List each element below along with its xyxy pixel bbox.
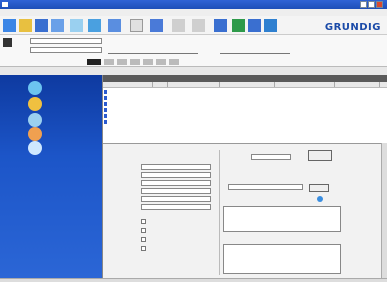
status-bar [0, 278, 387, 282]
combo-field[interactable] [30, 38, 102, 44]
file-icon [104, 90, 107, 94]
checkbox[interactable] [141, 246, 146, 251]
open-icon[interactable] [19, 19, 32, 32]
notes-area[interactable] [223, 206, 341, 232]
checkbox[interactable] [141, 219, 146, 224]
help-icon[interactable] [232, 19, 245, 32]
detail-field[interactable] [141, 196, 211, 202]
home-icon[interactable] [214, 19, 227, 32]
sidebar-item[interactable] [28, 127, 45, 141]
divider [219, 150, 220, 275]
minimize-icon[interactable] [360, 1, 367, 8]
detail-field[interactable] [141, 172, 211, 178]
file-icon [104, 114, 107, 118]
detail-field[interactable] [141, 164, 211, 170]
new-icon[interactable] [3, 19, 16, 32]
view-button-7[interactable] [169, 59, 179, 65]
sidebar-item[interactable] [28, 141, 45, 155]
column-header[interactable] [335, 82, 380, 87]
menu-bar [0, 9, 387, 16]
find-icon[interactable] [150, 19, 163, 32]
column-header[interactable] [220, 82, 275, 87]
table-cell [168, 119, 220, 125]
sidebar-item-icon [28, 97, 42, 111]
detail-field[interactable] [141, 204, 211, 210]
notes-area-2[interactable] [223, 244, 341, 274]
save-icon[interactable] [35, 19, 48, 32]
view-button-3[interactable] [117, 59, 127, 65]
detail-field[interactable] [141, 180, 211, 186]
sidebar-item[interactable] [28, 97, 45, 111]
apply-button[interactable] [308, 150, 332, 161]
main-content [102, 75, 387, 278]
help-icon-small[interactable] [317, 196, 323, 202]
view-mode-buttons [87, 59, 179, 65]
back-icon[interactable] [172, 19, 185, 32]
file-icon [104, 96, 107, 100]
column-header[interactable] [103, 82, 153, 87]
toolbar: GRUNDIG [0, 16, 387, 35]
detail-field[interactable] [141, 188, 211, 194]
table-cell [153, 119, 168, 125]
file-icon [104, 108, 107, 112]
column-headers [103, 82, 387, 88]
table-cell [220, 119, 275, 125]
view-button-1[interactable] [87, 59, 101, 65]
sidebar [0, 75, 102, 278]
sidebar-item-icon [28, 113, 42, 127]
flag-icon[interactable] [264, 19, 277, 32]
file-icon [104, 120, 107, 124]
copy-icon[interactable] [70, 19, 83, 32]
column-header[interactable] [168, 82, 220, 87]
column-header[interactable] [153, 82, 168, 87]
checkbox[interactable] [141, 228, 146, 233]
brand-logo: GRUNDIG [324, 22, 381, 33]
view-button-4[interactable] [130, 59, 140, 65]
delete-icon[interactable] [108, 19, 121, 32]
sidebar-item-icon [28, 81, 42, 95]
table-cell [335, 119, 380, 125]
path-field[interactable] [228, 184, 303, 190]
browse-button[interactable] [309, 184, 329, 192]
table-cell [275, 119, 335, 125]
view-button-2[interactable] [104, 59, 114, 65]
checkbox[interactable] [141, 237, 146, 242]
view-button-5[interactable] [143, 59, 153, 65]
sidebar-item-icon [28, 141, 42, 155]
list-header [103, 75, 387, 82]
maximize-icon[interactable] [368, 1, 375, 8]
app-icon [2, 2, 8, 7]
title-bar[interactable] [0, 0, 387, 9]
application-window: GRUNDIG [0, 0, 387, 282]
sidebar-item[interactable] [28, 113, 45, 127]
table-cell [108, 119, 153, 125]
forward-icon[interactable] [192, 19, 205, 32]
column-header[interactable] [275, 82, 335, 87]
toggle-icon[interactable] [3, 38, 12, 47]
view-button-6[interactable] [156, 59, 166, 65]
sidebar-item[interactable] [28, 81, 45, 95]
table-row[interactable] [103, 119, 387, 125]
slider-track-2[interactable] [220, 53, 290, 54]
options-panel [0, 35, 387, 67]
sidebar-item-icon [28, 127, 42, 141]
slider-track[interactable] [108, 53, 198, 54]
close-icon[interactable] [376, 1, 383, 8]
detail-panel [103, 143, 387, 278]
file-icon [104, 102, 107, 106]
paste-icon[interactable] [88, 19, 101, 32]
globe-icon[interactable] [248, 19, 261, 32]
print-icon[interactable] [51, 19, 64, 32]
props-icon[interactable] [130, 19, 143, 32]
detail-field-right[interactable] [251, 154, 291, 160]
combo-field-2[interactable] [30, 47, 102, 53]
scrollbar[interactable] [381, 143, 387, 278]
